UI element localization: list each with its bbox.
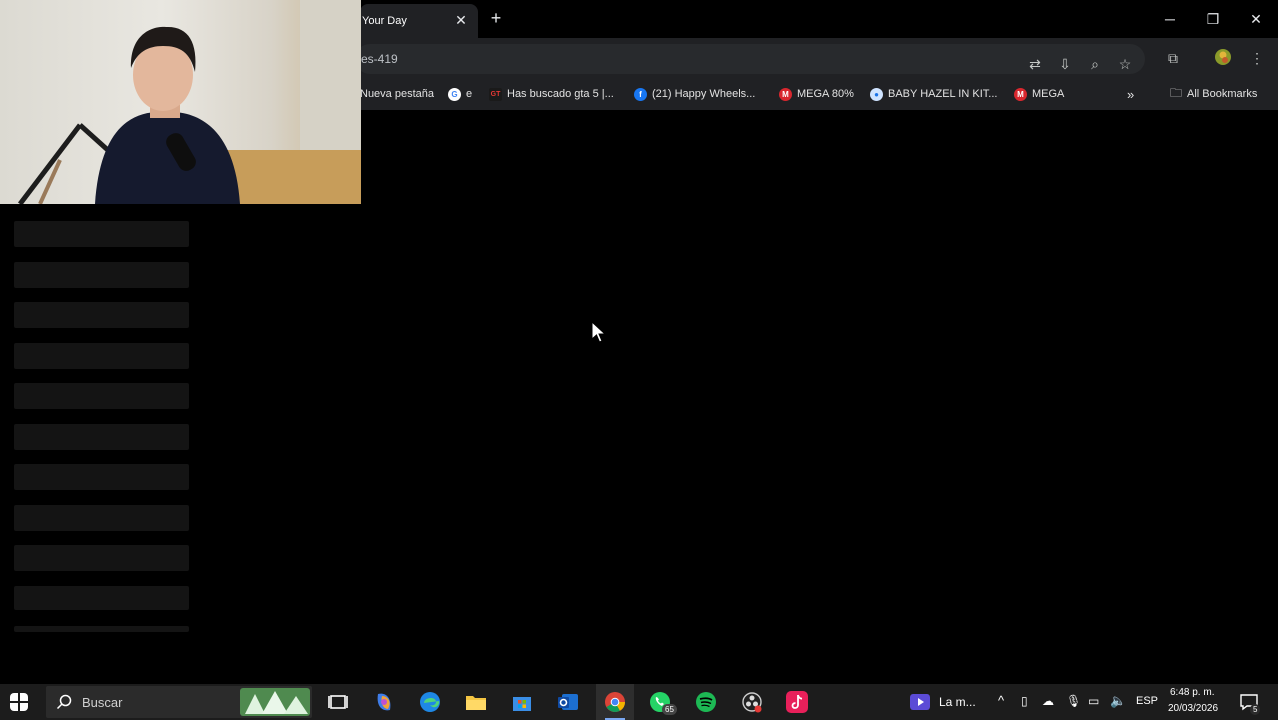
tray-device-icon[interactable]: ▯ bbox=[1021, 694, 1028, 708]
tray-chevron-up-icon[interactable]: ^ bbox=[998, 693, 1004, 708]
skeleton-row bbox=[14, 464, 189, 490]
skeleton-row bbox=[14, 343, 189, 369]
skeleton-row bbox=[14, 262, 189, 288]
chrome-taskbar-button[interactable] bbox=[596, 684, 634, 720]
bookmark-item[interactable]: M MEGA 80% bbox=[779, 86, 854, 102]
extensions-icon[interactable]: ⧉ bbox=[1163, 48, 1183, 68]
notification-count-badge: 5 bbox=[1250, 704, 1261, 715]
media-player-icon[interactable] bbox=[910, 693, 930, 711]
all-bookmarks-label: All Bookmarks bbox=[1187, 88, 1258, 100]
language-indicator[interactable]: ESP bbox=[1136, 695, 1158, 707]
mouse-cursor-icon bbox=[591, 321, 607, 343]
globe-icon: ● bbox=[870, 87, 883, 101]
bookmark-label: Nueva pestaña bbox=[360, 88, 434, 100]
skeleton-row bbox=[14, 424, 189, 450]
bookmark-label: BABY HAZEL IN KIT... bbox=[888, 88, 998, 100]
windows-start-icon[interactable] bbox=[10, 693, 28, 711]
facebook-icon: f bbox=[634, 87, 647, 101]
skeleton-row bbox=[14, 221, 189, 247]
address-bar[interactable]: es-419 ⇄ ⇩ ⌕ ☆ bbox=[355, 44, 1145, 74]
spotify-icon[interactable] bbox=[694, 690, 718, 714]
bookmark-item[interactable]: ● BABY HAZEL IN KIT... bbox=[870, 86, 997, 102]
skeleton-row bbox=[14, 505, 189, 531]
search-icon bbox=[56, 694, 72, 710]
obs-recorder-icon[interactable] bbox=[740, 690, 764, 714]
install-app-icon[interactable]: ⇩ bbox=[1055, 54, 1075, 74]
outlook-icon[interactable] bbox=[556, 690, 580, 714]
network-icon[interactable]: ▭ bbox=[1088, 694, 1099, 708]
media-title[interactable]: La m... bbox=[939, 695, 976, 709]
gt-icon: GT bbox=[489, 87, 502, 101]
bookmark-label: MEGA bbox=[1032, 88, 1065, 100]
close-window-icon[interactable]: ✕ bbox=[1245, 8, 1267, 30]
bookmark-label: MEGA 80% bbox=[797, 88, 854, 100]
zoom-icon[interactable]: ⌕ bbox=[1085, 54, 1105, 74]
file-explorer-icon[interactable] bbox=[464, 690, 488, 714]
more-bookmarks-chevron-icon[interactable]: » bbox=[1127, 86, 1134, 102]
url-text: es-419 bbox=[361, 52, 398, 66]
tab-title: Your Day bbox=[362, 15, 407, 27]
webcam-person-image bbox=[18, 0, 361, 204]
webcam-overlay bbox=[0, 0, 361, 204]
skeleton-row bbox=[14, 545, 189, 571]
microphone-icon[interactable]: 🎙 bbox=[1066, 694, 1081, 708]
chrome-icon bbox=[605, 692, 626, 712]
search-highlight-icon bbox=[240, 688, 310, 716]
bookmark-label: Has buscado gta 5 |... bbox=[507, 88, 614, 100]
translate-icon[interactable]: ⇄ bbox=[1025, 54, 1045, 74]
skeleton-row bbox=[14, 383, 189, 409]
task-view-icon[interactable] bbox=[326, 690, 350, 714]
bookmark-item[interactable]: M MEGA bbox=[1014, 86, 1064, 102]
clock-date[interactable]: 20/03/2026 bbox=[1168, 703, 1218, 714]
close-tab-icon[interactable]: ✕ bbox=[452, 11, 470, 29]
all-bookmarks-button[interactable]: 🗀 All Bookmarks bbox=[1170, 86, 1257, 102]
edge-icon[interactable] bbox=[418, 690, 442, 714]
microsoft-store-icon[interactable] bbox=[510, 690, 534, 714]
taskbar-search-box[interactable]: Buscar bbox=[46, 686, 312, 718]
bookmark-label: e bbox=[466, 88, 473, 100]
bookmark-label: (21) Happy Wheels... bbox=[652, 88, 756, 100]
skeleton-row bbox=[14, 302, 189, 328]
skeleton-row bbox=[14, 586, 189, 610]
clock-time[interactable]: 6:48 p. m. bbox=[1170, 687, 1214, 698]
bookmark-item[interactable]: G e bbox=[448, 86, 472, 102]
restore-icon[interactable]: ❐ bbox=[1202, 8, 1224, 30]
bookmark-item[interactable]: f (21) Happy Wheels... bbox=[634, 86, 755, 102]
mega-icon: M bbox=[779, 87, 792, 101]
onedrive-icon[interactable]: ☁ bbox=[1042, 694, 1054, 708]
profile-avatar[interactable] bbox=[1213, 48, 1233, 68]
active-tab[interactable]: Your Day ✕ bbox=[360, 4, 478, 38]
skeleton-row bbox=[14, 626, 189, 632]
minimize-icon[interactable]: ─ bbox=[1159, 8, 1181, 30]
whatsapp-badge: 65 bbox=[662, 704, 677, 715]
folder-icon: 🗀 bbox=[1170, 85, 1183, 100]
bookmark-item[interactable]: Nueva pestaña bbox=[360, 86, 434, 102]
bookmark-item[interactable]: GT Has buscado gta 5 |... bbox=[489, 86, 614, 102]
mega-icon: M bbox=[1014, 87, 1027, 101]
tiktok-icon[interactable] bbox=[785, 690, 809, 714]
bookmark-star-icon[interactable]: ☆ bbox=[1115, 54, 1135, 74]
new-tab-button[interactable]: + bbox=[485, 8, 507, 30]
google-icon: G bbox=[448, 87, 461, 101]
copilot-icon[interactable] bbox=[372, 690, 396, 714]
windows-taskbar: Buscar 65 La m... ^ ▯ ☁ 🎙 ▭ 🔈 ESP 6:48 p… bbox=[0, 684, 1278, 720]
volume-icon[interactable]: 🔈 bbox=[1110, 693, 1126, 709]
menu-kebab-icon[interactable]: ⋮ bbox=[1247, 48, 1267, 68]
search-placeholder: Buscar bbox=[82, 694, 123, 710]
